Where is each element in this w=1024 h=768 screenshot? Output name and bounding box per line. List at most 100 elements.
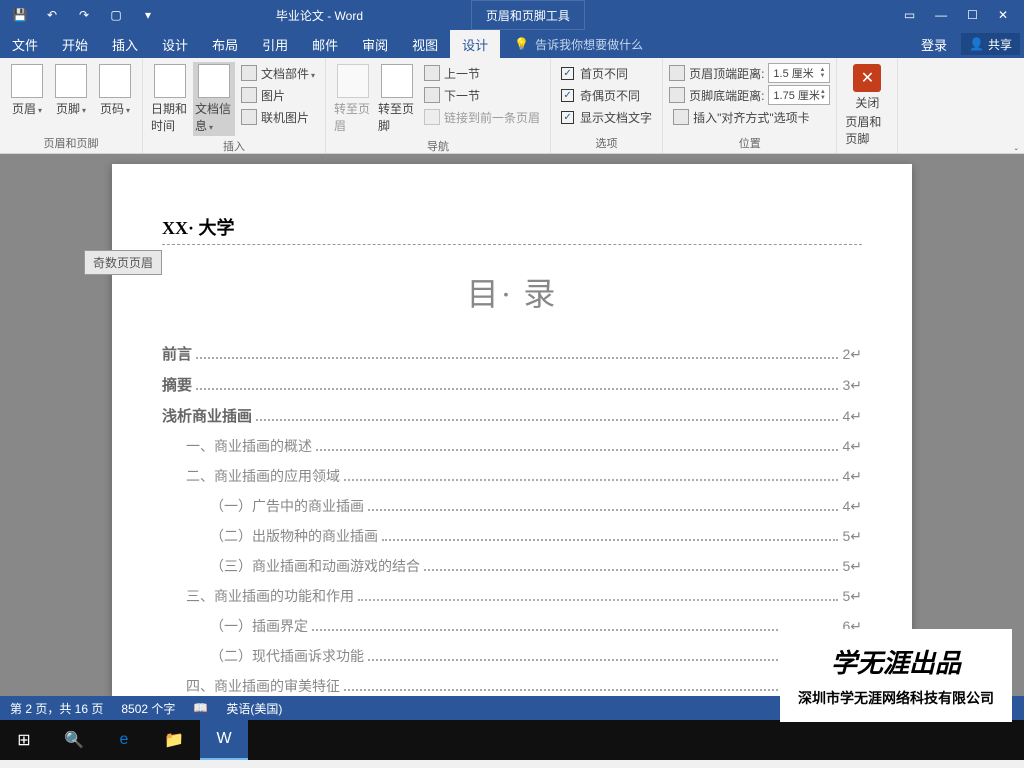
maximize-icon[interactable]: ☐: [967, 8, 978, 22]
share-button[interactable]: 👤共享: [961, 33, 1020, 55]
tab-file[interactable]: 文件: [0, 30, 50, 58]
toc-entry: 浅析商业插画4↵: [162, 405, 862, 426]
different-odd-even-checkbox[interactable]: ✓奇偶页不同: [557, 84, 656, 106]
quick-parts-icon: [241, 65, 257, 81]
document-page[interactable]: XX· 大学 奇数页页眉 目· 录 前言2↵摘要3↵浅析商业插画4↵一、商业插画…: [112, 164, 912, 696]
toc-entry: 前言2↵: [162, 343, 862, 364]
toc-entry: （一）插画界定6↵: [162, 616, 862, 636]
tab-review[interactable]: 审阅: [350, 30, 400, 58]
group-header-footer: 页眉和页脚: [6, 133, 136, 151]
tell-me-search[interactable]: 💡告诉我你想要做什么: [500, 36, 643, 53]
footer-distance-icon: [669, 87, 685, 103]
language-status[interactable]: 英语(美国): [226, 700, 282, 717]
header-icon: [11, 64, 43, 98]
start-button[interactable]: ⊞: [0, 720, 48, 760]
footer-button[interactable]: 页脚: [50, 62, 92, 119]
context-tool-title: 页眉和页脚工具: [471, 0, 585, 30]
insert-alignment-tab-button[interactable]: 插入"对齐方式"选项卡: [669, 106, 830, 128]
page-number-button[interactable]: 页码: [94, 62, 136, 119]
header-distance-input[interactable]: 1.5 厘米▲▼: [768, 63, 830, 83]
toc-entry: （二）出版物种的商业插画5↵: [162, 526, 862, 546]
tab-home[interactable]: 开始: [50, 30, 100, 58]
search-icon[interactable]: 🔍: [50, 720, 98, 760]
page-count[interactable]: 第 2 页，共 16 页: [10, 700, 103, 717]
header-button[interactable]: 页眉: [6, 62, 48, 119]
previous-section-button[interactable]: 上一节: [420, 62, 544, 84]
group-navigation: 导航: [332, 136, 544, 154]
calendar-icon: [154, 64, 186, 98]
document-title: 目· 录: [162, 269, 862, 315]
header-text[interactable]: XX· 大学: [162, 218, 235, 238]
new-doc-icon[interactable]: ▢: [104, 3, 128, 27]
edge-icon[interactable]: e: [100, 720, 148, 760]
link-icon: [424, 109, 440, 125]
tab-references[interactable]: 引用: [250, 30, 300, 58]
show-document-text-checkbox[interactable]: ✓显示文档文字: [557, 106, 656, 128]
online-picture-icon: [241, 109, 257, 125]
ribbon-display-icon[interactable]: ▭: [904, 8, 915, 22]
toc-entry: 三、商业插画的功能和作用5↵: [162, 586, 862, 606]
odd-page-header-label: 奇数页页眉: [84, 250, 162, 275]
online-pictures-button[interactable]: 联机图片: [237, 106, 319, 128]
footer-icon: [55, 64, 87, 98]
tab-insert[interactable]: 插入: [100, 30, 150, 58]
word-count[interactable]: 8502 个字: [121, 700, 175, 717]
group-insert: 插入: [149, 136, 319, 154]
tab-layout[interactable]: 布局: [200, 30, 250, 58]
toc-entry: 摘要3↵: [162, 374, 862, 395]
watermark: 学无涯出品 深圳市学无涯网络科技有限公司: [780, 629, 1012, 722]
group-options: 选项: [557, 133, 656, 151]
close-x-icon: ✕: [853, 64, 881, 92]
login-button[interactable]: 登录: [909, 30, 959, 58]
qat-dropdown-icon[interactable]: ▾: [136, 3, 160, 27]
close-header-footer-button[interactable]: ✕ 关闭 页眉和页脚: [843, 62, 891, 149]
toc-entry: （二）现代插画诉求功能6↵: [162, 646, 862, 666]
next-section-icon: [424, 87, 440, 103]
toc-entry: 四、商业插画的审美特征6↵: [162, 676, 862, 696]
file-explorer-icon[interactable]: 📁: [150, 720, 198, 760]
date-time-button[interactable]: 日期和时间: [149, 62, 191, 136]
link-previous-button: 链接到前一条页眉: [420, 106, 544, 128]
pictures-button[interactable]: 图片: [237, 84, 319, 106]
tab-mailings[interactable]: 邮件: [300, 30, 350, 58]
document-area[interactable]: XX· 大学 奇数页页眉 目· 录 前言2↵摘要3↵浅析商业插画4↵一、商业插画…: [0, 154, 1024, 696]
page-header[interactable]: XX· 大学 奇数页页眉: [162, 214, 862, 245]
title-bar: 💾 ↶ ↷ ▢ ▾ 毕业论文 - Word 页眉和页脚工具 ▭ ― ☐ ✕: [0, 0, 1024, 30]
windows-taskbar: ⊞ 🔍 e 📁 W: [0, 720, 1024, 760]
spellcheck-icon[interactable]: 📖: [193, 701, 208, 715]
footer-distance-input[interactable]: 1.75 厘米▲▼: [768, 85, 830, 105]
next-section-button[interactable]: 下一节: [420, 84, 544, 106]
goto-footer-icon: [381, 64, 413, 98]
close-icon[interactable]: ✕: [998, 8, 1008, 22]
watermark-title: 学无涯出品: [798, 643, 994, 680]
different-first-page-checkbox[interactable]: ✓首页不同: [557, 62, 656, 84]
picture-icon: [241, 87, 257, 103]
redo-icon[interactable]: ↷: [72, 3, 96, 27]
document-info-button[interactable]: 文档信息: [193, 62, 235, 136]
ribbon: 页眉 页脚 页码 页眉和页脚 日期和时间 文档信息 文档部件 图片 联机图片 插…: [0, 58, 1024, 154]
prev-section-icon: [424, 65, 440, 81]
page-number-icon: [99, 64, 131, 98]
save-icon[interactable]: 💾: [8, 3, 32, 27]
toc-entry: （三）商业插画和动画游戏的结合5↵: [162, 556, 862, 576]
doc-info-icon: [198, 64, 230, 98]
tab-headerfooter-design[interactable]: 设计: [450, 30, 500, 58]
share-icon: 👤: [969, 37, 984, 51]
window-title: 毕业论文 - Word: [168, 7, 471, 24]
alignment-tab-icon: [673, 109, 689, 125]
table-of-contents: 前言2↵摘要3↵浅析商业插画4↵一、商业插画的概述4↵二、商业插画的应用领域4↵…: [162, 343, 862, 696]
word-taskbar-icon[interactable]: W: [200, 720, 248, 760]
lightbulb-icon: 💡: [514, 37, 529, 51]
ribbon-tabs: 文件 开始 插入 设计 布局 引用 邮件 审阅 视图 设计 💡告诉我你想要做什么…: [0, 30, 1024, 58]
minimize-icon[interactable]: ―: [935, 8, 947, 22]
header-distance-icon: [669, 65, 685, 81]
tab-design[interactable]: 设计: [150, 30, 200, 58]
toc-entry: 二、商业插画的应用领域4↵: [162, 466, 862, 486]
goto-header-icon: [337, 64, 369, 98]
goto-footer-button[interactable]: 转至页脚: [376, 62, 418, 136]
undo-icon[interactable]: ↶: [40, 3, 64, 27]
quick-parts-button[interactable]: 文档部件: [237, 62, 319, 84]
group-position: 位置: [669, 133, 830, 151]
tab-view[interactable]: 视图: [400, 30, 450, 58]
toc-entry: （一）广告中的商业插画4↵: [162, 496, 862, 516]
